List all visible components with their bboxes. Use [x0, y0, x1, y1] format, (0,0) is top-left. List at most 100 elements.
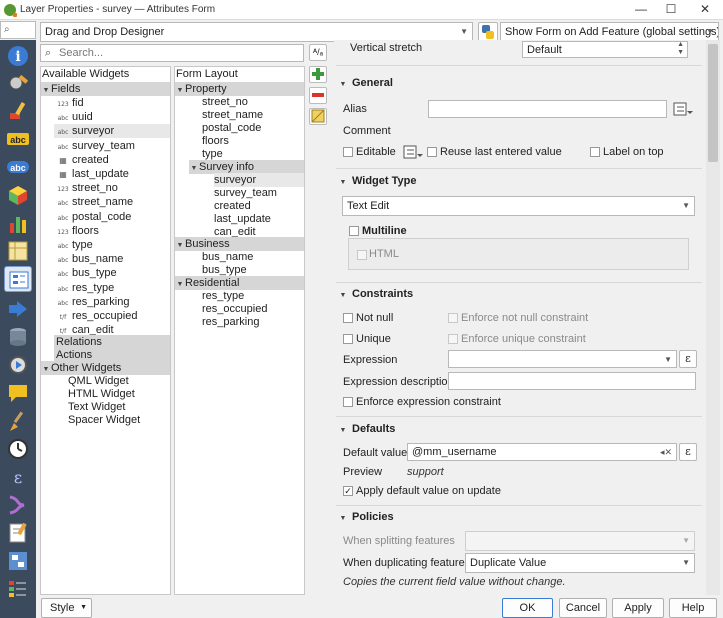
vertical-stretch-spinbox[interactable]: Default ▲ ▼	[522, 41, 688, 58]
splitting-policy-select[interactable]: ▼	[465, 531, 695, 551]
maximize-button[interactable]: ☐	[656, 2, 686, 16]
reuse-last-value-checkbox[interactable]	[427, 147, 437, 157]
field-item[interactable]: 123 street_no	[54, 181, 170, 195]
metadata-tab[interactable]	[4, 520, 32, 546]
expression-builder-button[interactable]: ε	[679, 350, 697, 368]
field-item[interactable]: 123 fid	[54, 96, 170, 110]
actions-tab[interactable]	[4, 352, 32, 378]
field-item[interactable]: abc surveyor	[54, 124, 170, 139]
residential-tab-item[interactable]: ▼ Residential	[175, 276, 304, 290]
temporal-tab[interactable]	[4, 436, 32, 462]
layout-field-item[interactable]: last_update	[214, 212, 271, 226]
enforce-expression-checkbox[interactable]	[343, 397, 353, 407]
cancel-button[interactable]: Cancel	[559, 598, 607, 618]
page-search-input[interactable]: ⌕	[0, 21, 36, 39]
fields-tab[interactable]	[4, 238, 32, 264]
field-item[interactable]: t/f res_occupied	[54, 309, 170, 323]
layout-field-item-selected[interactable]: surveyor	[214, 173, 304, 187]
add-container-button[interactable]	[309, 66, 327, 83]
layout-field-item[interactable]: created	[214, 199, 251, 213]
auxiliary-storage-tab[interactable]	[4, 324, 32, 350]
widget-type-section-header[interactable]: ▼ Widget Type	[338, 175, 417, 187]
enforce-not-null-checkbox[interactable]	[448, 313, 458, 323]
remove-button[interactable]	[309, 87, 327, 104]
qml-widget-item[interactable]: QML Widget	[68, 374, 129, 388]
unique-checkbox[interactable]	[343, 334, 353, 344]
not-null-checkbox[interactable]	[343, 313, 353, 323]
field-item[interactable]: abc postal_code	[54, 210, 170, 224]
duplicating-policy-select[interactable]: Duplicate Value ▼	[465, 553, 695, 573]
property-tab-item[interactable]: ▼ Property	[175, 82, 304, 96]
field-item[interactable]: abc res_type	[54, 281, 170, 295]
policies-section-header[interactable]: ▼ Policies	[338, 511, 394, 523]
fields-group[interactable]: ▼ Fields	[41, 82, 170, 96]
apply-default-checkbox[interactable]: ✓	[343, 486, 353, 496]
masks-tab[interactable]: abc	[4, 154, 32, 180]
expression-description-input[interactable]	[448, 372, 696, 390]
widget-type-select[interactable]: Text Edit ▼	[342, 196, 695, 216]
layout-field-item[interactable]: survey_team	[214, 186, 277, 200]
legend-tab[interactable]	[4, 576, 32, 602]
layout-field-item[interactable]: res_occupied	[202, 302, 267, 316]
close-button[interactable]: ✕	[690, 2, 720, 16]
dependencies-tab[interactable]	[4, 548, 32, 574]
rendering-tab[interactable]	[4, 408, 32, 434]
show-form-select[interactable]: Show Form on Add Feature (global setting…	[500, 22, 719, 42]
widgets-search-input[interactable]: ⌕ Search...	[40, 44, 304, 62]
layout-field-item[interactable]: street_name	[202, 108, 263, 122]
multiline-checkbox[interactable]	[349, 226, 359, 236]
elevation-tab[interactable]	[4, 492, 32, 518]
designer-mode-select[interactable]: Drag and Drop Designer ▼	[40, 22, 473, 42]
minimize-button[interactable]: —	[626, 2, 656, 16]
joins-tab[interactable]	[4, 296, 32, 322]
defaults-section-header[interactable]: ▼ Defaults	[338, 423, 396, 435]
field-item[interactable]: 123 floors	[54, 224, 170, 238]
layout-field-item[interactable]: res_type	[202, 289, 244, 303]
invert-selection-button[interactable]	[309, 108, 327, 125]
layout-field-item[interactable]: bus_type	[202, 263, 247, 277]
style-menu-button[interactable]: Style ▼	[41, 598, 92, 618]
expression-input[interactable]: ▼	[448, 350, 677, 368]
html-widget-item[interactable]: HTML Widget	[68, 387, 135, 401]
layout-field-item[interactable]: type	[202, 147, 223, 161]
labels-tab[interactable]: abc	[4, 126, 32, 152]
layout-field-item[interactable]: floors	[202, 134, 229, 148]
layout-field-item[interactable]: bus_name	[202, 250, 253, 264]
variables-tab[interactable]: ε	[4, 464, 32, 490]
field-item[interactable]: ▦ last_update	[54, 167, 170, 181]
display-tab[interactable]	[4, 380, 32, 406]
field-item[interactable]: abc bus_name	[54, 252, 170, 266]
html-checkbox[interactable]	[357, 250, 367, 260]
layout-field-item[interactable]: street_no	[202, 95, 248, 109]
field-item[interactable]: abc street_name	[54, 195, 170, 209]
spacer-widget-item[interactable]: Spacer Widget	[68, 413, 140, 427]
default-value-input[interactable]: @mm_username ◂✕	[407, 443, 677, 461]
attributes-form-tab[interactable]	[4, 266, 32, 292]
editable-expression-button[interactable]	[402, 144, 424, 160]
general-section-header[interactable]: ▼ General	[338, 77, 393, 89]
field-item[interactable]: ▦ created	[54, 153, 170, 167]
3d-view-tab[interactable]	[4, 182, 32, 208]
survey-info-group-item[interactable]: ▼ Survey info	[189, 160, 304, 174]
field-item[interactable]: abc uuid	[54, 110, 170, 124]
clear-icon[interactable]: ◂✕	[660, 444, 672, 460]
default-value-expression-button[interactable]: ε	[679, 443, 697, 461]
diagrams-tab[interactable]	[4, 210, 32, 236]
enforce-unique-checkbox[interactable]	[448, 334, 458, 344]
editable-checkbox[interactable]	[343, 147, 353, 157]
alias-input[interactable]	[428, 100, 667, 118]
field-item[interactable]: abc bus_type	[54, 266, 170, 280]
label-on-top-checkbox[interactable]	[590, 147, 600, 157]
layout-field-item[interactable]: postal_code	[202, 121, 261, 135]
field-item[interactable]: abc res_parking	[54, 295, 170, 309]
python-init-button[interactable]	[478, 22, 498, 42]
text-widget-item[interactable]: Text Widget	[68, 400, 125, 414]
symbology-tab[interactable]	[4, 98, 32, 124]
settings-scrollbar[interactable]	[706, 40, 720, 595]
source-tab[interactable]	[4, 70, 32, 96]
relations-item[interactable]: Relations	[54, 335, 170, 349]
information-tab[interactable]: i	[4, 43, 32, 69]
sort-button[interactable]: ᴬ/ₐ	[309, 44, 327, 61]
field-item[interactable]: abc type	[54, 238, 170, 252]
layout-field-item[interactable]: res_parking	[202, 315, 259, 329]
